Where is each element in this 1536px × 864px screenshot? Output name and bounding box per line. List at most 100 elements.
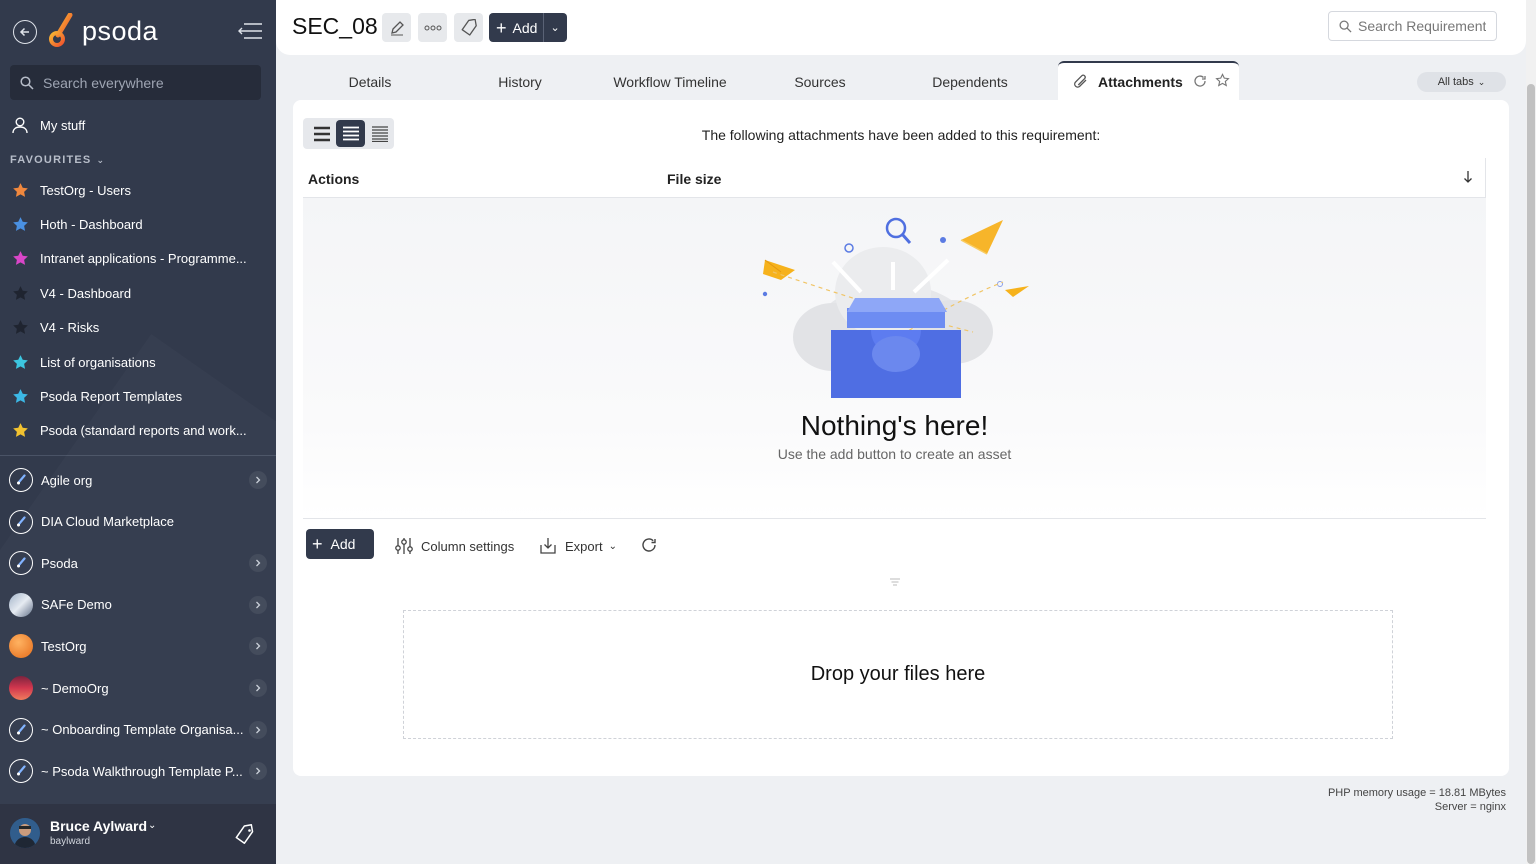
org-item[interactable]: SAFe Demo bbox=[9, 590, 267, 620]
export-label: Export bbox=[565, 538, 603, 554]
add-attachment-label: Add bbox=[330, 536, 356, 552]
favourite-item[interactable]: TestOrg - Users bbox=[10, 180, 260, 200]
star-icon bbox=[10, 249, 30, 269]
psoda-logo[interactable]: psoda bbox=[48, 13, 158, 49]
requirement-search-input[interactable] bbox=[1358, 18, 1486, 34]
chevron-down-icon: ⌄ bbox=[96, 154, 106, 165]
org-item[interactable]: ~ DemoOrg bbox=[9, 673, 267, 703]
header-bar: SEC_08 + Add ⌄ bbox=[276, 0, 1526, 55]
back-icon[interactable] bbox=[13, 20, 37, 44]
favourite-item[interactable]: V4 - Dashboard bbox=[10, 283, 260, 303]
empty-state: Nothing's here! Use the add button to cr… bbox=[303, 198, 1486, 518]
sort-arrow-down-icon[interactable] bbox=[1463, 170, 1473, 187]
psoda-org-icon bbox=[9, 509, 33, 534]
org-item[interactable]: TestOrg bbox=[9, 631, 267, 661]
tab-history[interactable]: History bbox=[445, 74, 595, 90]
org-item[interactable]: DIA Cloud Marketplace bbox=[9, 507, 267, 537]
refresh-icon bbox=[642, 538, 656, 552]
chevron-right-icon[interactable] bbox=[249, 720, 267, 739]
button-separator bbox=[543, 13, 545, 42]
org-item[interactable]: ~ Onboarding Template Organisa... bbox=[9, 715, 267, 745]
menu-collapse-icon[interactable] bbox=[238, 22, 264, 45]
add-attachment-button[interactable]: + Add bbox=[306, 529, 374, 559]
org-item[interactable]: Agile org bbox=[9, 465, 267, 495]
favourite-item[interactable]: List of organisations bbox=[10, 352, 260, 372]
requirement-search[interactable] bbox=[1328, 11, 1497, 41]
view-compact-button[interactable] bbox=[307, 120, 336, 147]
favourite-item[interactable]: V4 - Risks bbox=[10, 318, 260, 338]
org-label: DIA Cloud Marketplace bbox=[41, 514, 174, 530]
drop-zone-label: Drop your files here bbox=[810, 663, 986, 685]
logo-text: psoda bbox=[82, 15, 159, 46]
all-tabs-label: All tabs bbox=[1437, 76, 1474, 88]
refresh-button[interactable] bbox=[640, 536, 658, 554]
my-stuff-link[interactable]: My stuff bbox=[10, 115, 260, 135]
org-label: Psoda bbox=[41, 555, 78, 571]
all-tabs-dropdown[interactable]: All tabs ⌄ bbox=[1417, 72, 1506, 92]
column-header-file-size[interactable]: File size bbox=[667, 171, 721, 187]
drag-handle-icon[interactable] bbox=[889, 573, 901, 591]
favourites-header-label: FAVOURITES bbox=[10, 154, 92, 166]
chevron-right-icon[interactable] bbox=[249, 762, 267, 781]
favourite-item[interactable]: Psoda (standard reports and work... bbox=[10, 421, 260, 441]
favourites-header[interactable]: FAVOURITES ⌄ bbox=[10, 154, 105, 166]
psoda-org-icon bbox=[9, 717, 33, 742]
column-settings-button[interactable]: Column settings bbox=[394, 536, 514, 556]
chevron-down-icon[interactable]: ⌄ bbox=[148, 820, 156, 831]
favourite-label: Hoth - Dashboard bbox=[40, 216, 143, 232]
empty-subtitle: Use the add button to create an asset bbox=[777, 446, 1012, 462]
tab-attachments[interactable]: Attachments bbox=[1058, 61, 1239, 101]
tab-sources[interactable]: Sources bbox=[745, 74, 895, 90]
global-search-input[interactable] bbox=[43, 74, 243, 91]
chevron-down-icon[interactable]: ⌄ bbox=[550, 21, 559, 34]
chevron-right-icon[interactable] bbox=[249, 637, 267, 656]
star-icon[interactable] bbox=[1215, 73, 1230, 91]
chevron-right-icon[interactable] bbox=[249, 471, 267, 489]
tab-dependents[interactable]: Dependents bbox=[895, 74, 1045, 90]
global-search[interactable] bbox=[10, 65, 261, 100]
tab-workflow-timeline[interactable]: Workflow Timeline bbox=[595, 74, 745, 90]
user-name[interactable]: Bruce Aylward bbox=[50, 818, 147, 834]
attachments-panel: The following attachments have been adde… bbox=[293, 100, 1509, 776]
testorg-org-icon bbox=[9, 634, 33, 659]
export-dropdown[interactable]: Export ⌄ bbox=[538, 536, 617, 556]
view-dense-button[interactable] bbox=[365, 120, 394, 147]
user-panel: Bruce Aylward ⌄ baylward bbox=[0, 804, 276, 864]
file-drop-zone[interactable]: Drop your files here bbox=[403, 610, 1393, 739]
favourite-label: Intranet applications - Programme... bbox=[40, 251, 247, 267]
page-scrollbar[interactable] bbox=[1526, 0, 1536, 864]
chevron-down-icon: ⌄ bbox=[608, 540, 617, 552]
tab-details[interactable]: Details bbox=[295, 74, 445, 90]
org-item[interactable]: ~ Psoda Walkthrough Template P... bbox=[9, 756, 267, 786]
avatar[interactable] bbox=[10, 818, 40, 848]
favourite-item[interactable]: Hoth - Dashboard bbox=[10, 214, 260, 234]
demoorg-org-icon bbox=[9, 676, 33, 700]
tag-icon[interactable] bbox=[234, 823, 256, 851]
favourite-label: TestOrg - Users bbox=[40, 182, 132, 198]
org-label: SAFe Demo bbox=[41, 597, 112, 613]
view-normal-button[interactable] bbox=[336, 120, 365, 147]
pencil-icon bbox=[390, 20, 404, 35]
view-toggle-group bbox=[303, 118, 394, 149]
favourite-item[interactable]: Intranet applications - Programme... bbox=[10, 249, 260, 269]
org-label: ~ DemoOrg bbox=[41, 680, 109, 696]
tab-attachments-label: Attachments bbox=[1098, 74, 1183, 90]
more-options-button[interactable] bbox=[418, 13, 447, 42]
chevron-right-icon[interactable] bbox=[249, 554, 267, 573]
org-label: ~ Onboarding Template Organisa... bbox=[41, 722, 244, 738]
scrollbar-thumb[interactable] bbox=[1527, 84, 1535, 864]
header-add-button[interactable]: + Add ⌄ bbox=[489, 13, 567, 42]
refresh-icon[interactable] bbox=[1193, 74, 1207, 91]
psoda-org-icon bbox=[9, 551, 33, 576]
org-item[interactable]: Psoda bbox=[9, 548, 267, 578]
edit-button[interactable] bbox=[382, 13, 411, 42]
chevron-right-icon[interactable] bbox=[249, 595, 267, 614]
favourite-item[interactable]: Psoda Report Templates bbox=[10, 386, 260, 406]
chevron-right-icon[interactable] bbox=[249, 679, 267, 697]
column-header-actions[interactable]: Actions bbox=[308, 171, 359, 187]
user-icon bbox=[10, 115, 30, 135]
tag-button[interactable] bbox=[454, 13, 483, 42]
list-icon bbox=[371, 125, 388, 142]
star-icon bbox=[10, 352, 30, 372]
empty-inbox-illustration bbox=[762, 217, 1029, 398]
